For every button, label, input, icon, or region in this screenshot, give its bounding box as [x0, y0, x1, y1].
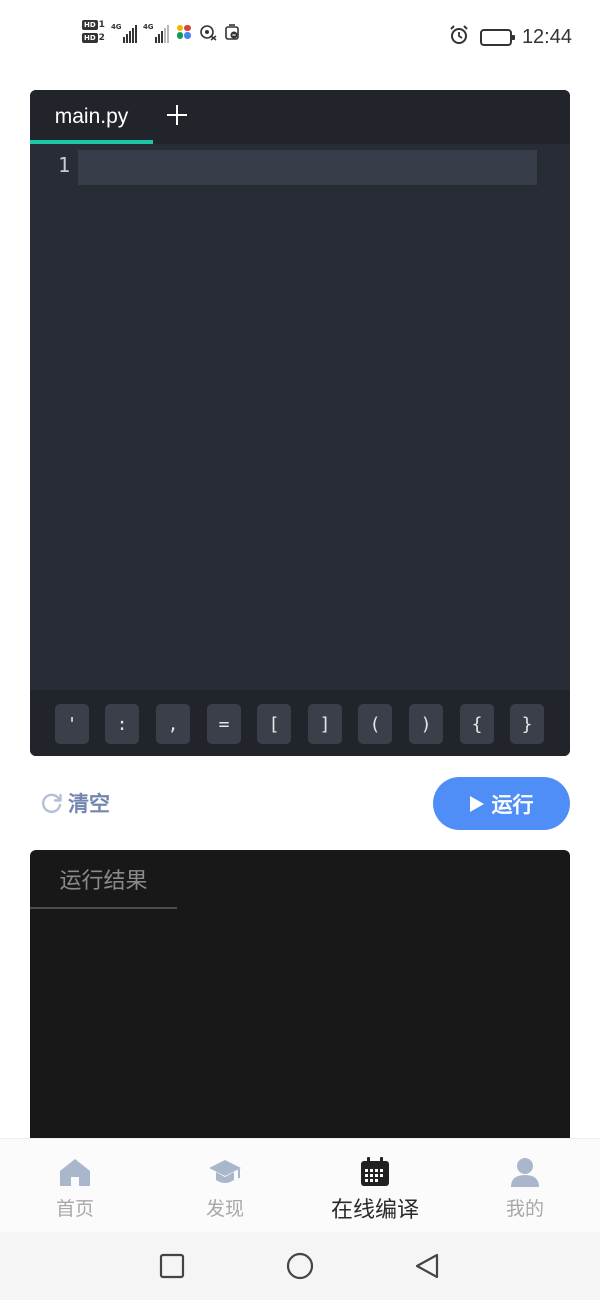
key-close-brace[interactable]: }: [510, 704, 544, 744]
home-icon: [58, 1156, 92, 1188]
tab-main-py[interactable]: main.py: [30, 90, 153, 144]
signal-icon: 4G: [143, 21, 169, 43]
key-open-bracket[interactable]: [: [257, 704, 291, 744]
hd-badge: HD: [82, 20, 98, 30]
clock: 12:44: [521, 25, 572, 48]
symbol-keyboard: ' : , = [ ] ( ) { }: [30, 690, 570, 756]
key-comma[interactable]: ,: [156, 704, 190, 744]
key-close-bracket[interactable]: ]: [308, 704, 342, 744]
status-right: 12:44: [448, 24, 572, 50]
dnd-icon: [223, 23, 241, 41]
result-panel: 运行结果: [30, 850, 570, 1150]
run-label: 运行: [491, 792, 534, 817]
code-editor: main.py 1 ' : , = [ ] ( ) { }: [30, 90, 570, 756]
line-number: 1: [58, 153, 71, 177]
hd-sim-number: 1: [98, 20, 105, 30]
play-icon: [469, 795, 484, 812]
home-button-icon[interactable]: [286, 1252, 314, 1280]
nav-label: 发现: [205, 1198, 244, 1220]
clear-button[interactable]: 清空: [40, 788, 110, 818]
nav-mine[interactable]: 我的: [450, 1139, 600, 1233]
hd-indicators: HD 1 HD 2: [82, 20, 105, 43]
pinwheel-icon: [175, 23, 193, 41]
code-input-line[interactable]: [78, 150, 537, 185]
alarm-icon: [448, 24, 470, 50]
run-button[interactable]: 运行: [433, 777, 570, 830]
nav-discover[interactable]: 发现: [150, 1139, 300, 1233]
editor-tab-bar: main.py: [30, 90, 570, 144]
user-icon: [508, 1156, 542, 1188]
recent-apps-icon[interactable]: [158, 1252, 186, 1280]
refresh-icon: [40, 791, 64, 815]
hd-sim-number: 2: [98, 33, 105, 43]
hd-badge: HD: [82, 33, 98, 43]
key-close-paren[interactable]: ): [409, 704, 443, 744]
nav-home[interactable]: 首页: [0, 1139, 150, 1233]
hd-1: HD 1: [82, 20, 105, 30]
tab-run-result[interactable]: 运行结果: [30, 850, 177, 909]
nav-label: 我的: [505, 1198, 544, 1220]
network-type: 4G: [142, 22, 154, 31]
add-file-icon[interactable]: [164, 102, 190, 128]
key-open-brace[interactable]: {: [460, 704, 494, 744]
key-colon[interactable]: :: [105, 704, 139, 744]
battery-icon: [479, 28, 515, 46]
graduation-cap-icon: [208, 1156, 242, 1188]
status-bar: HD 1 HD 2 4G 4G 12:44: [0, 0, 600, 76]
key-quote[interactable]: ': [55, 704, 89, 744]
status-left: HD 1 HD 2 4G 4G: [82, 20, 241, 43]
nav-online-compiler[interactable]: 在线编译: [300, 1139, 450, 1233]
hd-2: HD 2: [82, 33, 105, 43]
key-equals[interactable]: =: [207, 704, 241, 744]
nav-label: 在线编译: [330, 1198, 419, 1223]
back-icon[interactable]: [413, 1252, 441, 1280]
network-type: 4G: [110, 22, 122, 31]
bottom-nav: 首页 发现 在线编译 我的: [0, 1138, 600, 1232]
hotspot-off-icon: [199, 23, 217, 41]
signal-icon: 4G: [111, 21, 137, 43]
calendar-icon: [358, 1156, 392, 1188]
system-nav-bar: [0, 1232, 600, 1300]
key-open-paren[interactable]: (: [358, 704, 392, 744]
nav-label: 首页: [55, 1198, 94, 1220]
clear-label: 清空: [68, 792, 110, 816]
